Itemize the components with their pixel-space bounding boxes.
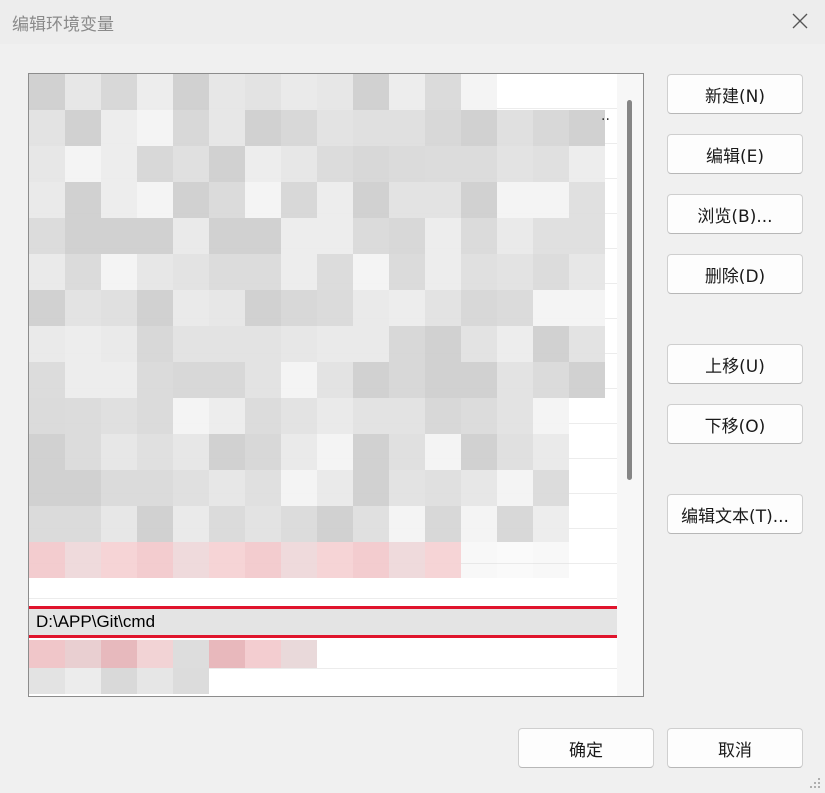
truncated-entry-mark: .. bbox=[601, 108, 610, 124]
vertical-scrollbar[interactable] bbox=[617, 74, 643, 696]
edit-text-button[interactable]: 编辑文本(T)... bbox=[667, 494, 803, 534]
browse-button[interactable]: 浏览(B)... bbox=[667, 194, 803, 234]
edit-environment-variable-dialog: 编辑环境变量 .. D:\APP\Git\cmd 新建(N) 编辑(E) 浏览(… bbox=[0, 0, 825, 793]
list-row-separator bbox=[29, 389, 617, 424]
move-up-button[interactable]: 上移(U) bbox=[667, 344, 803, 384]
list-row-separator bbox=[29, 494, 617, 529]
scrollbar-thumb[interactable] bbox=[627, 100, 632, 480]
resize-grip-icon[interactable] bbox=[809, 777, 821, 789]
list-row-separator bbox=[29, 284, 617, 319]
edit-button[interactable]: 编辑(E) bbox=[667, 134, 803, 174]
close-icon bbox=[792, 13, 808, 29]
delete-button[interactable]: 删除(D) bbox=[667, 254, 803, 294]
move-down-button[interactable]: 下移(O) bbox=[667, 404, 803, 444]
list-row-separator bbox=[29, 319, 617, 354]
list-row-separator bbox=[29, 424, 617, 459]
window-title: 编辑环境变量 bbox=[12, 15, 114, 35]
list-row-separator bbox=[29, 214, 617, 249]
cancel-button[interactable]: 取消 bbox=[667, 728, 803, 768]
list-item-selected[interactable]: D:\APP\Git\cmd bbox=[29, 606, 621, 638]
list-row-separator bbox=[29, 74, 617, 109]
list-row-separator bbox=[29, 179, 617, 214]
list-row-separator bbox=[29, 144, 617, 179]
title-bar: 编辑环境变量 bbox=[0, 0, 825, 44]
ok-button[interactable]: 确定 bbox=[518, 728, 654, 768]
new-button[interactable]: 新建(N) bbox=[667, 74, 803, 114]
list-row-separator bbox=[29, 634, 617, 669]
list-item-text: D:\APP\Git\cmd bbox=[36, 612, 156, 631]
list-row-separator bbox=[29, 249, 617, 284]
path-list[interactable]: .. D:\APP\Git\cmd bbox=[28, 73, 644, 697]
close-button[interactable] bbox=[784, 6, 816, 36]
list-row-separator bbox=[29, 354, 617, 389]
list-row-separator bbox=[29, 529, 617, 564]
list-row-separator bbox=[29, 564, 617, 599]
list-row-separator bbox=[29, 109, 617, 144]
list-row-separator bbox=[29, 669, 617, 696]
list-row-separator bbox=[29, 459, 617, 494]
